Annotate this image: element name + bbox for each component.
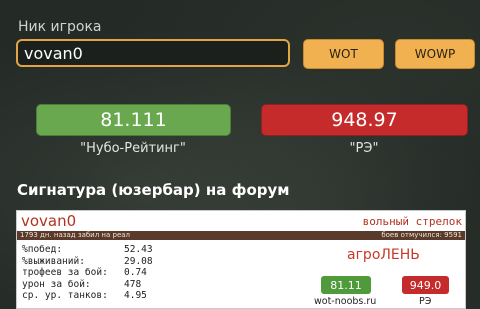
signature-noob-caption: wot-noobs.ru: [314, 296, 377, 307]
stat-row: %побед: 52.43: [22, 244, 174, 256]
stat-row: урон за бой: 478: [22, 279, 174, 291]
signature-section-title: Сигнатура (юзербар) на форум: [17, 181, 290, 199]
stat-value: 0.74: [124, 267, 147, 278]
stat-label: урон за бой:: [22, 278, 91, 290]
signature-days-text: 1793 дн. назад забил на реал: [20, 231, 131, 239]
signature-noob-value: 81.11: [321, 276, 371, 294]
signature-battles-text: боев отмучился: 9591: [381, 231, 462, 239]
stat-label: трофеев за бой:: [22, 267, 108, 278]
noob-rating-value: 81.111: [36, 104, 231, 136]
stat-label: %выживаний:: [22, 255, 85, 267]
stat-value: 29.08: [124, 255, 153, 267]
nick-input[interactable]: [16, 39, 290, 67]
stat-row: трофеев за бой: 0.74: [22, 267, 174, 279]
wowp-button[interactable]: WOWP: [395, 39, 475, 69]
signature-info-bar: 1793 дн. назад забил на реал боев отмучи…: [17, 231, 465, 240]
re-rating-value: 948.97: [261, 104, 468, 136]
stat-value: 52.43: [124, 244, 153, 255]
signature-stats: %побед: 52.43 %выживаний: 29.08 трофеев …: [22, 244, 174, 302]
re-rating-caption: "РЭ": [349, 141, 379, 156]
stat-label: %побед:: [22, 244, 63, 255]
wot-button[interactable]: WOT: [303, 39, 384, 69]
signature-re-caption: РЭ: [419, 296, 432, 307]
nick-label: Ник игрока: [18, 19, 102, 35]
stat-row: ср. ур. танков: 4.95: [22, 290, 174, 302]
stat-label: ср. ур. танков:: [22, 290, 108, 301]
signature-agro-text: агроЛЕНЬ: [347, 247, 420, 263]
stat-value: 4.95: [124, 290, 147, 301]
stat-row: %выживаний: 29.08: [22, 256, 174, 268]
stat-value: 478: [124, 278, 142, 290]
signature-userbar[interactable]: vovan0 вольный стрелок 1793 дн. назад за…: [16, 210, 466, 309]
signature-re-value: 949.0: [402, 276, 449, 294]
noob-rating-caption: "Нубо-Рейтинг": [80, 141, 186, 156]
signature-player-name: vovan0: [21, 212, 77, 230]
signature-clan: вольный стрелок: [362, 215, 462, 228]
